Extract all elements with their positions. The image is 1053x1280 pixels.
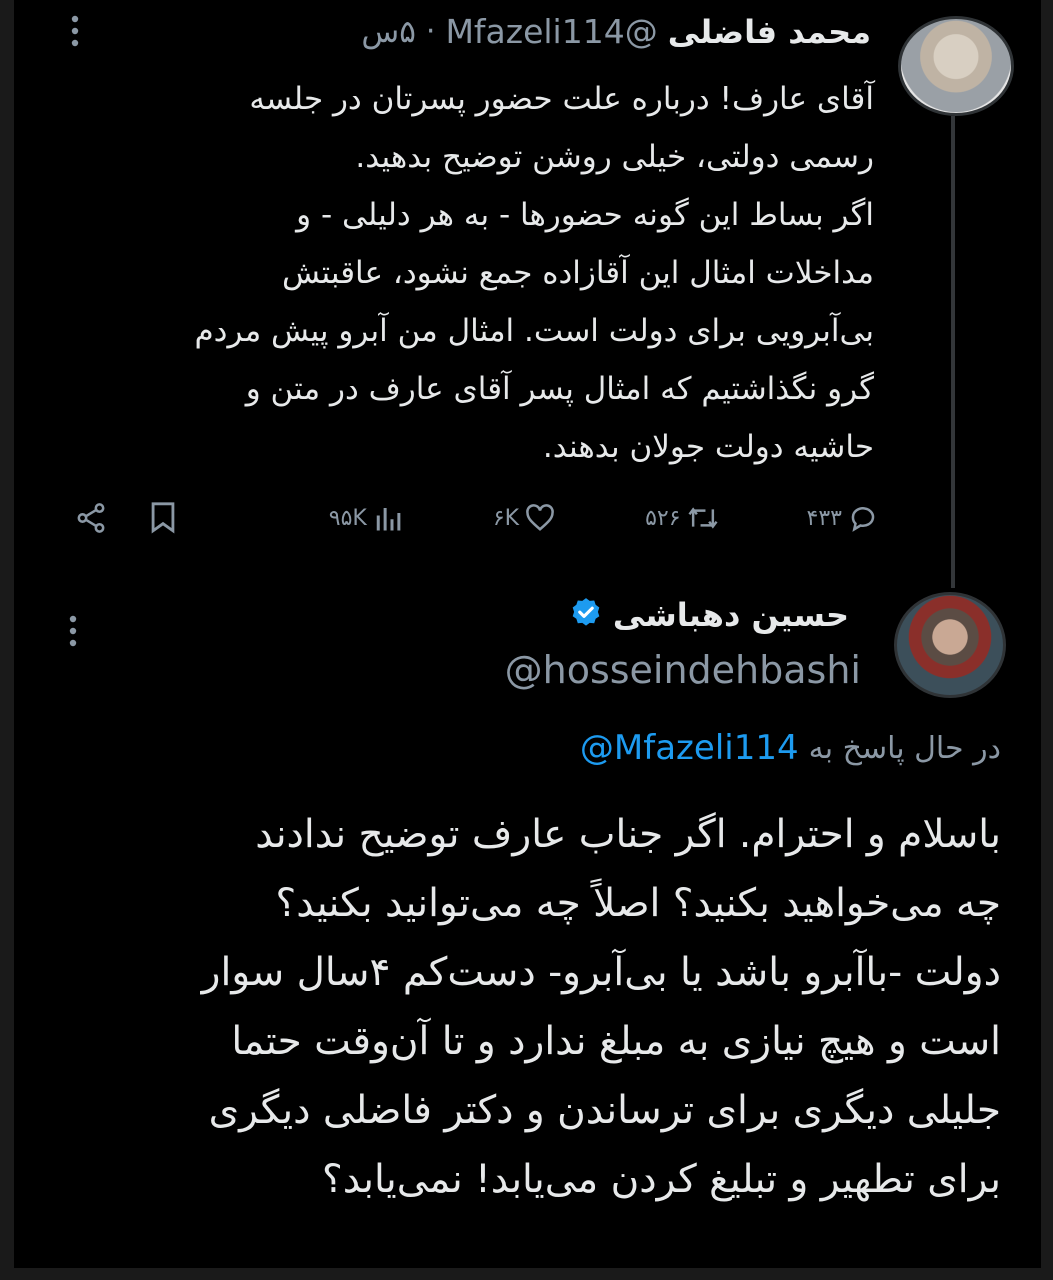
reply-button[interactable]: ۴۳۳ <box>807 503 878 533</box>
tweet-text: باسلام و احترام. اگر جناب عارف توضیح ندا… <box>41 800 1001 1214</box>
tweet-line: باسلام و احترام. اگر جناب عارف توضیح ندا… <box>255 812 1001 857</box>
views-count: ۹۵K <box>328 505 367 531</box>
share-icon <box>74 501 108 535</box>
tweet-line: مداخلات امثال این آقازاده جمع نشود، عاقب… <box>281 255 874 291</box>
tweet-line: دولت -باآبرو باشد یا بی‌آبرو- دست‌کم ۴سا… <box>201 950 1001 995</box>
tweet-line: بی‌آبرویی برای دولت است. امثال من آبرو پ… <box>194 313 874 349</box>
tweet-line: است و هیچ نیازی به مبلغ ندارد و تا آن‌وق… <box>231 1019 1001 1064</box>
tweet-header: محمد فاضلی @Mfazeli114 · ۵س <box>361 12 871 51</box>
thread-connector-line <box>951 116 955 588</box>
tweet-line: رسمی دولتی، خیلی روشن توضیح بدهید. <box>355 139 874 175</box>
tweet-actions: ۹۵K ۶K ۵۲۶ ۴۳۳ <box>74 496 878 540</box>
tweet-line: گرو نگذاشتیم که امثال پسر آقای عارف در م… <box>245 371 874 407</box>
separator-dot: · <box>425 14 436 49</box>
screenshot-frame: محمد فاضلی @Mfazeli114 · ۵س آقای عارف! د… <box>14 0 1041 1268</box>
tweet-line: جلیلی دیگری برای ترساندن و دکتر فاضلی دی… <box>208 1088 1001 1133</box>
tweet-time[interactable]: ۵س <box>361 14 416 50</box>
repost-icon <box>687 504 719 532</box>
bookmark-button[interactable] <box>148 501 178 535</box>
reply-handle-link[interactable]: @Mfazeli114 <box>580 728 799 768</box>
tweet-line: آقای عارف! درباره علت حضور پسرتان در جلس… <box>249 81 874 117</box>
reply-count: ۴۳۳ <box>806 505 842 531</box>
author-handle[interactable]: @Mfazeli114 <box>445 12 657 51</box>
author-name[interactable]: حسین دهباشی <box>613 596 849 634</box>
views-button[interactable]: ۹۵K <box>329 503 403 533</box>
avatar[interactable] <box>894 592 1006 698</box>
more-vertical-icon[interactable] <box>60 14 90 48</box>
tweet-line: چه می‌خواهید بکنید؟ اصلاً چه می‌توانید ب… <box>275 881 1001 926</box>
avatar[interactable] <box>898 16 1014 116</box>
reply-icon <box>848 503 878 533</box>
verified-badge-icon <box>569 596 603 634</box>
tweet-text: آقای عارف! درباره علت حضور پسرتان در جلس… <box>64 70 874 476</box>
repost-count: ۵۲۶ <box>645 505 681 531</box>
author-row: حسین دهباشی <box>569 596 849 634</box>
like-button[interactable]: ۶K <box>493 504 555 532</box>
repost-button[interactable]: ۵۲۶ <box>645 504 718 532</box>
tweet-line: برای تطهیر و تبلیغ کردن می‌یابد! نمی‌یاب… <box>322 1157 1001 1202</box>
author-name[interactable]: محمد فاضلی <box>668 13 871 51</box>
analytics-icon <box>373 503 403 533</box>
like-count: ۶K <box>492 505 520 531</box>
bookmark-icon <box>148 501 178 535</box>
replying-to: در حال پاسخ به @Mfazeli114 <box>580 728 1001 768</box>
tweet-line: حاشیه دولت جولان بدهند. <box>542 429 874 465</box>
more-vertical-icon[interactable] <box>58 614 88 648</box>
author-handle[interactable]: @hosseindehbashi <box>505 648 861 692</box>
heart-icon <box>525 504 555 532</box>
share-button[interactable] <box>74 501 108 535</box>
reply-prefix: در حال پاسخ به <box>808 730 1001 766</box>
tweet-line: اگر بساط این گونه حضورها - به هر دلیلی -… <box>296 197 874 233</box>
